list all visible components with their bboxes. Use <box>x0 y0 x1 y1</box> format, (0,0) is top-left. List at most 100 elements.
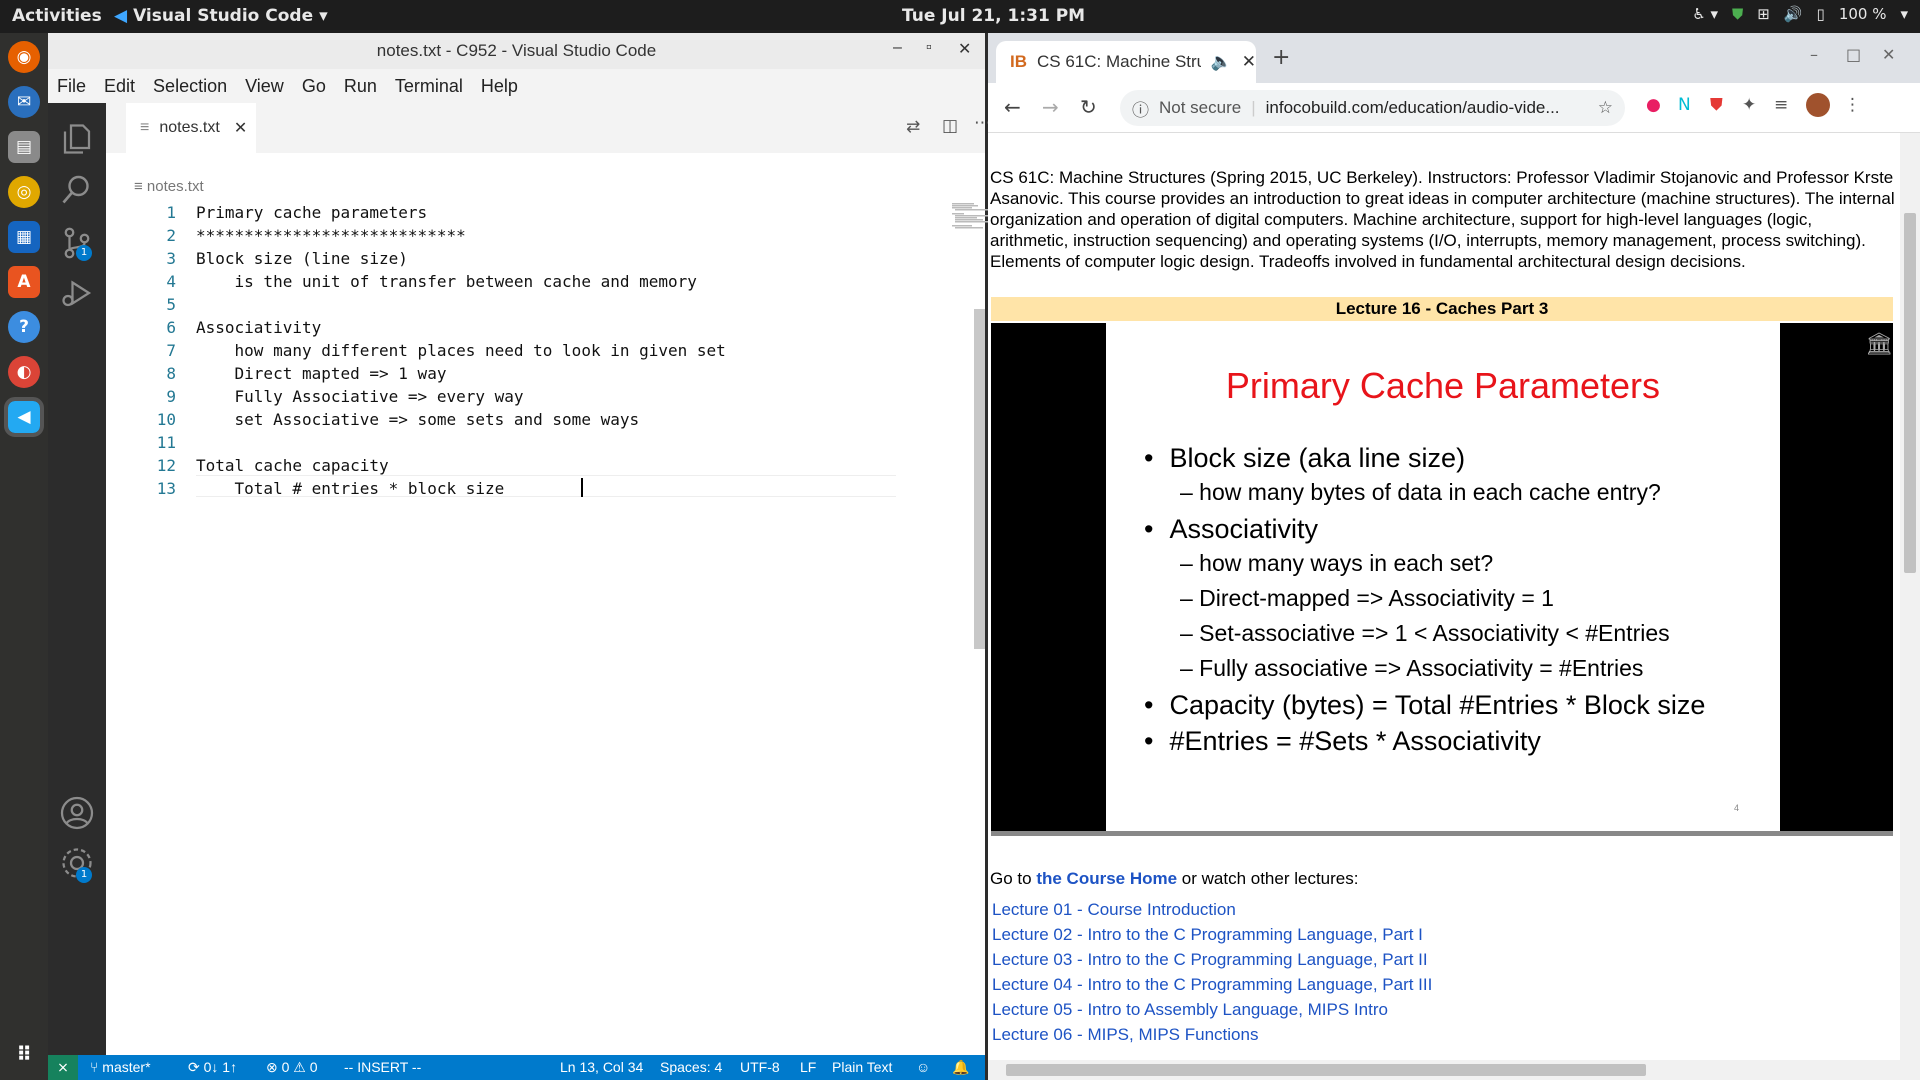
address-bar[interactable]: ⓘ Not secure | infocobuild.com/education… <box>1120 90 1625 126</box>
lecture-link[interactable]: Lecture 06 - MIPS, MIPS Functions <box>992 1025 1258 1045</box>
scroll-thumb[interactable] <box>1006 1064 1646 1076</box>
accessibility-icon[interactable]: ♿ ▾ <box>1692 5 1718 23</box>
vscode-icon[interactable]: ◀ <box>4 397 44 437</box>
menu-view[interactable]: View <box>236 76 293 97</box>
menu-selection[interactable]: Selection <box>144 76 236 97</box>
lecture-link[interactable]: Lecture 01 - Course Introduction <box>992 900 1236 920</box>
encoding[interactable]: UTF-8 <box>740 1059 780 1075</box>
run-debug-icon[interactable] <box>59 275 95 311</box>
help-icon[interactable]: ? <box>8 311 40 343</box>
menu-edit[interactable]: Edit <box>95 76 144 97</box>
search-icon[interactable] <box>59 171 95 207</box>
lecture-link[interactable]: Lecture 02 - Intro to the C Programming … <box>992 925 1423 945</box>
problems-status[interactable]: ⊗ 0 ⚠ 0 <box>266 1059 318 1076</box>
network-icon[interactable]: ⊞ <box>1757 5 1770 23</box>
lecture-link[interactable]: Lecture 04 - Intro to the C Programming … <box>992 975 1432 995</box>
archive-icon[interactable]: 🏛 <box>1865 331 1893 357</box>
editor-scrollbar[interactable] <box>974 309 985 649</box>
language-mode[interactable]: Plain Text <box>832 1059 892 1075</box>
menu-run[interactable]: Run <box>335 76 386 97</box>
minimize-icon[interactable]: – <box>1810 45 1818 64</box>
feedback-icon[interactable]: ☺ <box>916 1059 930 1075</box>
chrome-icon[interactable]: ◐ <box>8 356 40 388</box>
clock[interactable]: Tue Jul 21, 1:31 PM <box>902 6 1085 26</box>
writer-icon[interactable]: ▦ <box>8 221 40 253</box>
remote-indicator[interactable]: ⨯ <box>48 1055 78 1080</box>
explorer-icon[interactable] <box>59 121 95 157</box>
chevron-down-icon[interactable]: ▾ <box>1900 5 1908 23</box>
reload-icon[interactable]: ↻ <box>1080 95 1097 119</box>
rhythmbox-icon[interactable]: ◎ <box>8 176 40 208</box>
shield-icon[interactable]: ⛊ <box>1732 5 1743 23</box>
info-icon[interactable]: ⓘ <box>1132 96 1149 121</box>
split-editor-icon[interactable]: ◫ <box>942 116 958 136</box>
lecture-link[interactable]: Lecture 05 - Intro to Assembly Language,… <box>992 1000 1388 1020</box>
code-line[interactable]: Block size (line size) <box>196 249 408 268</box>
forward-icon[interactable]: → <box>1042 95 1059 119</box>
volume-icon[interactable]: 🔊 <box>1784 5 1803 23</box>
scroll-thumb[interactable] <box>1904 213 1916 573</box>
menu-go[interactable]: Go <box>293 76 335 97</box>
breadcrumb[interactable]: ≡ notes.txt <box>134 178 204 195</box>
browser-tab[interactable]: IB CS 61C: Machine Struc 🔈 ✕ <box>996 41 1256 83</box>
close-icon[interactable]: ✕ <box>1882 45 1895 64</box>
page-horizontal-scrollbar[interactable] <box>988 1060 1900 1080</box>
compare-changes-icon[interactable]: ⇄ <box>906 117 920 137</box>
course-home-link[interactable]: the Course Home <box>1036 869 1177 888</box>
cursor-position[interactable]: Ln 13, Col 34 <box>560 1059 643 1075</box>
thunderbird-icon[interactable]: ✉ <box>8 86 40 118</box>
code-editor[interactable]: 1 Primary cache parameters 2 **************… <box>106 199 1005 1055</box>
maximize-icon[interactable]: ▫ <box>926 39 932 57</box>
apps-grid-icon[interactable]: ⠿ <box>8 1038 40 1070</box>
code-line[interactable]: how many different places need to look i… <box>196 341 726 360</box>
code-line[interactable]: Primary cache parameters <box>196 203 427 222</box>
firefox-icon[interactable]: ◉ <box>8 41 40 73</box>
more-menu-icon[interactable]: ⋮ <box>1844 95 1861 115</box>
indentation[interactable]: Spaces: 4 <box>660 1059 722 1075</box>
back-icon[interactable]: ← <box>1004 95 1021 119</box>
slide-bullet-text: Associativity <box>1169 514 1318 544</box>
code-line[interactable]: Direct mapted => 1 way <box>196 364 447 383</box>
extensions-puzzle-icon[interactable]: ✦ <box>1742 95 1756 115</box>
code-line[interactable]: Fully Associative => every way <box>196 387 524 406</box>
menu-file[interactable]: File <box>48 76 95 97</box>
menu-terminal[interactable]: Terminal <box>386 76 472 97</box>
code-line[interactable]: set Associative => some sets and some wa… <box>196 410 640 429</box>
close-icon[interactable]: ✕ <box>958 39 971 59</box>
files-icon[interactable]: ▤ <box>8 131 40 163</box>
system-tray[interactable]: ♿ ▾ ⛊ ⊞ 🔊 ▯ 100 % ▾ <box>1692 5 1908 23</box>
bell-icon[interactable]: 🔔 <box>952 1059 969 1076</box>
accounts-icon[interactable] <box>59 795 95 831</box>
code-line[interactable]: Associativity <box>196 318 321 337</box>
sync-status[interactable]: ⟳ 0↓ 1↑ <box>188 1059 237 1076</box>
code-line[interactable]: is the unit of transfer between cache an… <box>196 272 697 291</box>
code-line[interactable]: Total # entries * block size <box>196 479 514 498</box>
audio-playing-icon[interactable]: 🔈 <box>1211 52 1232 72</box>
tab-notes-txt[interactable]: ≡ notes.txt ✕ <box>126 103 256 153</box>
line-ending[interactable]: LF <box>800 1059 816 1075</box>
lecture-link[interactable]: Lecture 03 - Intro to the C Programming … <box>992 950 1428 970</box>
menu-help[interactable]: Help <box>472 76 527 97</box>
maximize-icon[interactable]: □ <box>1846 45 1861 64</box>
avatar[interactable] <box>1806 93 1830 117</box>
extension-icon-2[interactable]: N <box>1678 95 1691 115</box>
extension-icon-1[interactable]: ● <box>1646 95 1661 115</box>
video-player[interactable]: Primary Cache Parameters • Block size (ak… <box>991 323 1893 831</box>
close-tab-icon[interactable]: ✕ <box>1242 52 1256 72</box>
page-vertical-scrollbar[interactable] <box>1900 133 1920 1080</box>
git-branch[interactable]: ⑂ master* <box>90 1059 151 1075</box>
code-line[interactable]: **************************** <box>196 226 466 245</box>
software-icon[interactable]: A <box>8 266 40 298</box>
media-control-icon[interactable]: ≡ <box>1774 95 1788 115</box>
bookmark-star-icon[interactable]: ☆ <box>1598 98 1613 118</box>
minimize-icon[interactable]: – <box>893 39 902 57</box>
app-menu[interactable]: ◀ Visual Studio Code ▾ <box>114 6 328 26</box>
activities-button[interactable]: Activities <box>12 6 102 26</box>
battery-icon[interactable]: ▯ <box>1817 5 1825 23</box>
code-line[interactable]: Total cache capacity <box>196 456 389 475</box>
extension-icon-3[interactable]: ⛊ <box>1710 95 1723 115</box>
new-tab-icon[interactable]: + <box>1272 45 1290 70</box>
close-tab-icon[interactable]: ✕ <box>234 118 247 138</box>
breadcrumb-file[interactable]: notes.txt <box>147 178 204 195</box>
video-seek-bar[interactable] <box>991 831 1893 836</box>
